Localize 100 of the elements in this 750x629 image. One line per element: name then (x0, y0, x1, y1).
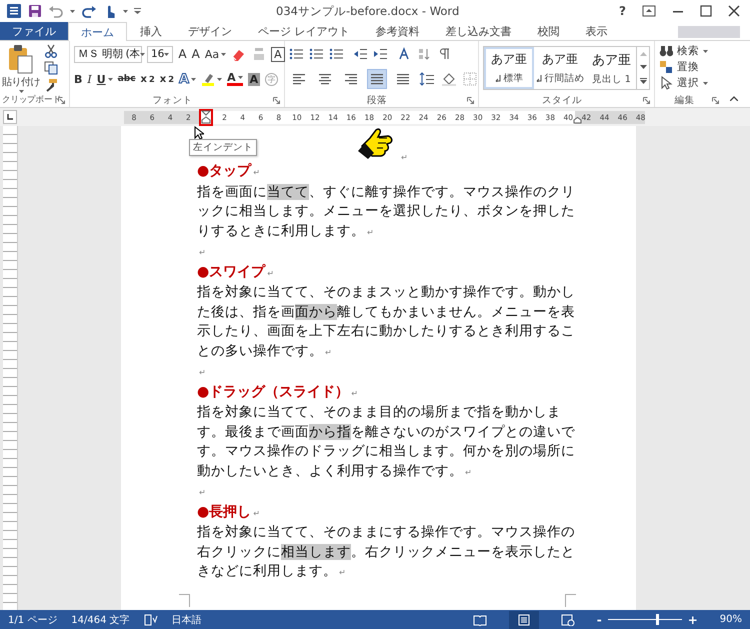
style-item[interactable]: あア亜 標準 (484, 47, 534, 89)
ribbon-tab[interactable]: デザイン (175, 22, 245, 40)
caret-icon[interactable] (18, 90, 24, 93)
ribbon-tab[interactable]: 参考資料 (362, 22, 432, 40)
dialog-launcher-icon[interactable] (273, 97, 280, 104)
clipboard-icon (8, 44, 34, 74)
character-border-button[interactable]: A (271, 46, 285, 62)
ribbon-tab[interactable]: 挿入 (127, 22, 175, 40)
zoom-level[interactable]: 90% (720, 614, 742, 625)
proofing-icon[interactable] (144, 614, 158, 626)
caret-icon[interactable] (140, 52, 145, 56)
web-layout-icon (560, 614, 575, 626)
paragraph-mark: ↵ (401, 153, 408, 162)
caret-icon[interactable] (108, 78, 113, 80)
caret-icon[interactable] (70, 10, 75, 12)
bullets-icon[interactable] (289, 47, 303, 61)
help-button[interactable]: ? (619, 4, 626, 18)
find-button[interactable]: 検索 (659, 44, 719, 58)
close-icon[interactable] (728, 5, 740, 17)
file-tab[interactable]: ファイル (0, 22, 68, 40)
margin-corner-mark (179, 594, 190, 607)
pointer-icon (659, 76, 673, 90)
undo-icon[interactable] (48, 4, 64, 18)
scroll-down-icon[interactable] (640, 64, 647, 69)
page-count[interactable]: 1/1 ページ (8, 612, 58, 626)
print-layout-button[interactable] (508, 610, 539, 628)
ribbon-tab[interactable]: ページ レイアウト (245, 22, 362, 40)
zoom-in-button[interactable]: + (688, 612, 698, 626)
group-label: フォント (152, 94, 192, 106)
sort-icon[interactable] (417, 47, 431, 61)
font-name-field[interactable]: ＭＳ 明朝 (本 (74, 46, 142, 62)
language-indicator[interactable]: 日本語 (172, 612, 202, 626)
caret-icon[interactable] (191, 78, 196, 80)
multilevel-list-icon[interactable] (329, 47, 343, 61)
dialog-launcher-icon[interactable] (712, 97, 719, 104)
word-count[interactable]: 14/464 文字 (71, 612, 130, 626)
more-icon[interactable] (640, 78, 647, 84)
underline-button[interactable]: U (96, 72, 113, 86)
change-case-button[interactable]: Aa (204, 48, 226, 60)
style-item[interactable]: あア亜 見出し 1 (586, 47, 636, 89)
ribbon-tab[interactable]: 表示 (572, 22, 620, 40)
maximize-icon[interactable] (700, 5, 712, 17)
font-color-button[interactable]: A (227, 72, 243, 86)
line-spacing-icon[interactable] (419, 72, 435, 86)
decrease-indent-icon[interactable] (353, 47, 367, 61)
paste-button[interactable]: 貼り付け (2, 44, 40, 93)
section-heading: ●長押し (197, 504, 252, 520)
paragraph-mark: ↵ (199, 488, 206, 497)
replace-icon (659, 60, 673, 74)
ribbon-tab[interactable]: ホーム (68, 22, 127, 41)
alignment-lines-icon (292, 72, 306, 86)
tooltip: 左インデント (189, 139, 257, 156)
bold-button[interactable]: B (74, 72, 82, 86)
dialog-launcher-icon[interactable] (58, 97, 65, 104)
scissors-icon[interactable] (44, 44, 58, 58)
strikethrough-button[interactable]: abc (118, 74, 136, 84)
section-heading: ●タップ (197, 163, 252, 179)
highlight-button[interactable] (201, 72, 222, 86)
ribbon-tab[interactable]: 校閲 (524, 22, 572, 40)
caret-icon[interactable] (221, 52, 226, 56)
group-label: 段落 (367, 94, 387, 106)
ribbon-tab[interactable]: 差し込み文書 (432, 22, 524, 40)
dialog-launcher-icon[interactable] (643, 97, 650, 104)
select-button[interactable]: 選択 (659, 76, 719, 90)
font-size-field[interactable]: 16 (147, 46, 174, 62)
ribbon-options-icon[interactable] (642, 5, 656, 17)
caret-icon[interactable] (703, 50, 708, 52)
text-effects-button[interactable]: A (179, 72, 196, 86)
brush-icon[interactable] (44, 78, 58, 92)
caret-icon[interactable] (164, 52, 170, 56)
body-paragraph: 指を対象に当てて、そのままにする操作です。マウス操作の右クリックに相当します。右クリックメニューを表示したときなどに利用します。↵ (197, 523, 576, 581)
caret-icon[interactable] (703, 82, 708, 84)
asian-layout-icon[interactable] (397, 47, 411, 61)
save-icon[interactable] (28, 4, 42, 18)
caret-icon[interactable] (238, 76, 243, 79)
customize-icon[interactable] (134, 8, 141, 14)
collapse-ribbon-icon[interactable] (730, 96, 738, 101)
paragraph-mark-icon[interactable] (437, 47, 451, 61)
zoom-out-button[interactable]: - (596, 612, 602, 626)
redo-icon[interactable] (81, 4, 97, 18)
italic-button[interactable]: I (87, 72, 92, 86)
justify-button[interactable] (367, 69, 387, 89)
section-heading: ●スワイプ (197, 264, 266, 280)
dialog-launcher-icon[interactable] (467, 97, 474, 104)
grow-font-button[interactable]: A (178, 47, 187, 61)
copy-icon[interactable] (44, 61, 58, 75)
caret-icon[interactable] (217, 78, 222, 80)
shrink-font-button[interactable]: A (192, 47, 200, 61)
increase-indent-icon[interactable] (373, 47, 387, 61)
zoom-slider-thumb[interactable] (656, 614, 659, 625)
numbering-icon[interactable] (309, 47, 323, 61)
paragraph-style-icon (494, 75, 501, 82)
replace-button[interactable]: 置換 (659, 60, 719, 74)
caret-icon[interactable] (123, 10, 128, 12)
right-indent-icon[interactable] (573, 116, 582, 124)
paragraph-mark: ↵ (253, 168, 260, 177)
gallery-scroller[interactable] (636, 47, 649, 89)
character-shading-button[interactable]: A (248, 72, 260, 86)
style-item[interactable]: あア亜 行間詰め (534, 47, 586, 89)
tab-stop-icon[interactable] (3, 110, 17, 124)
